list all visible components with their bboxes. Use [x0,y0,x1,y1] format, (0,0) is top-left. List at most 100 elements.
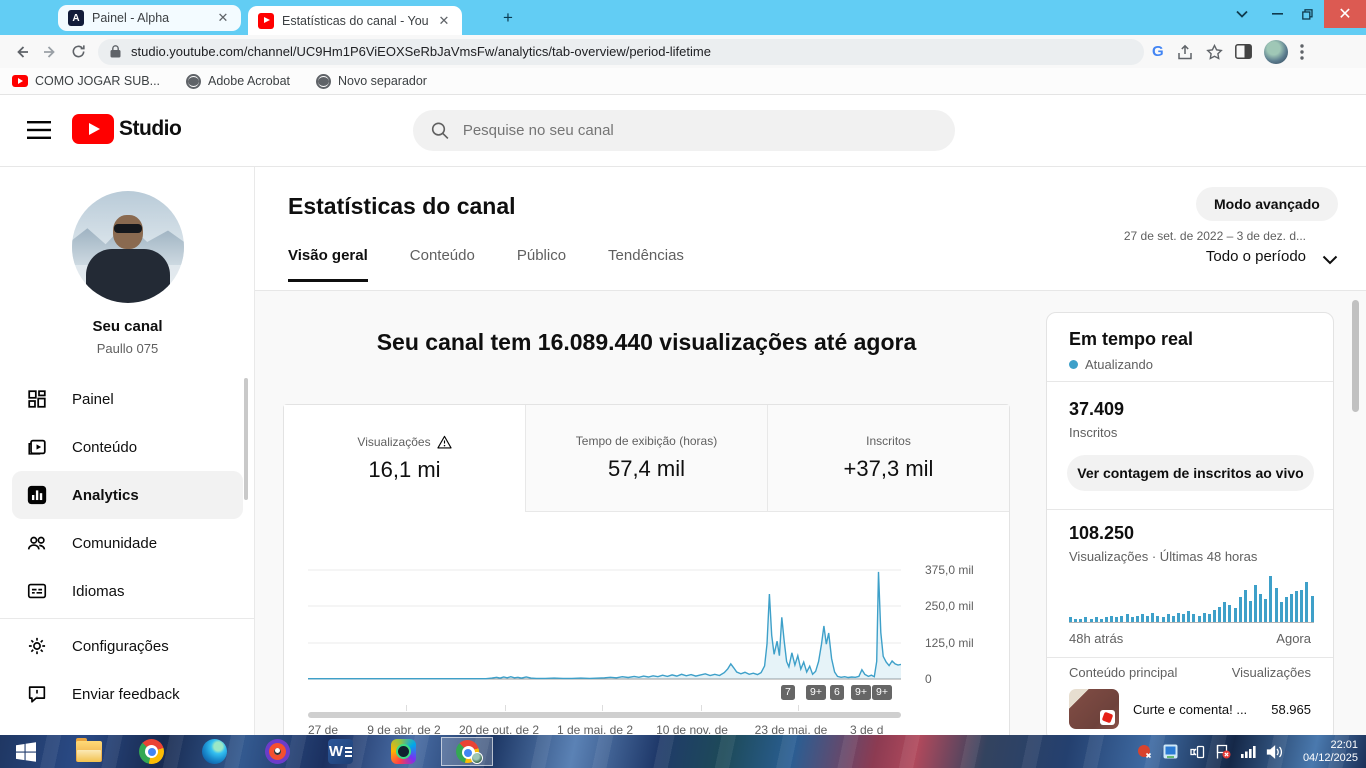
sidebar-scrollbar[interactable] [244,378,248,500]
video-count-badge[interactable]: 9+ [806,685,826,700]
word-icon[interactable]: W [327,738,354,765]
sidebar-menu: Painel Conteúdo Analytics Comunidade Idi… [0,375,255,718]
forward-icon[interactable] [36,38,64,66]
tab-publico[interactable]: Público [517,247,566,282]
tab-close-icon[interactable]: ✕ [215,10,231,26]
power-plug-icon[interactable] [1188,743,1205,760]
sidebar-item-label: Comunidade [72,534,158,552]
sidebar-item-label: Painel [72,390,114,408]
video-count-badge[interactable]: 9+ [872,685,892,700]
edge-icon[interactable] [201,738,228,765]
sidebar-item-configuracoes[interactable]: Configurações [0,622,255,670]
realtime-bar [1259,594,1263,622]
address-bar[interactable]: studio.youtube.com/channel/UC9Hm1P6ViEOX… [98,38,1144,65]
realtime-subscribers-label: Inscritos [1069,425,1118,440]
sidebar-item-enviar-feedback[interactable]: Enviar feedback [0,670,255,718]
tray-app-red-icon[interactable] [1136,743,1153,760]
avast-browser-icon[interactable] [264,738,291,765]
reload-icon[interactable] [64,38,92,66]
views-headline: Seu canal tem 16.089.440 visualizações a… [376,329,917,355]
hamburger-menu-icon[interactable] [27,120,51,140]
bookmark-novo-separador[interactable]: Novo separador [316,73,427,89]
realtime-bar [1212,609,1216,622]
window-restore-button[interactable] [1292,0,1322,28]
bookmark-label: COMO JOGAR SUB... [35,74,161,88]
system-tray: 22:01 04/12/2025 [1136,739,1366,765]
tab-visao-geral[interactable]: Visão geral [288,247,368,282]
browser-profile-avatar[interactable] [1263,39,1288,64]
window-close-button[interactable]: ✕ [1324,0,1366,28]
new-tab-button[interactable]: + [498,8,518,28]
gear-icon [28,637,46,655]
date-range-picker[interactable]: 27 de set. de 2022 – 3 de dez. d... Todo… [1124,229,1306,265]
live-subscriber-count-button[interactable]: Ver contagem de inscritos ao vivo [1067,455,1314,491]
tab-search-chevron-icon[interactable] [1228,0,1256,28]
lifetime-views-chart[interactable] [308,546,902,680]
realtime-bars-chart[interactable] [1069,575,1314,623]
sidebar-item-comunidade[interactable]: Comunidade [0,519,255,567]
chrome-icon[interactable] [138,738,165,765]
browser-tab-youtube-studio[interactable]: Estatísticas do canal - YouTube St ✕ [248,6,462,35]
advanced-mode-button[interactable]: Modo avançado [1196,187,1338,221]
bookmark-como-jogar[interactable]: COMO JOGAR SUB... [12,74,160,88]
y-tick-label: 375,0 mil [925,563,974,577]
realtime-bar [1207,614,1211,622]
metric-tempo-exibicao[interactable]: Tempo de exibição (horas) 57,4 mil [526,405,768,512]
youtube-studio-logo[interactable]: Studio [72,114,182,144]
video-count-badge[interactable]: 9+ [851,685,871,700]
tray-app-blue-icon[interactable] [1162,743,1179,760]
main-scrollbar[interactable] [1352,300,1359,412]
sidebar-item-painel[interactable]: Painel [0,375,255,423]
action-center-flag-icon[interactable] [1214,743,1231,760]
realtime-bar [1161,617,1165,622]
file-explorer-icon[interactable] [75,738,102,765]
channel-avatar[interactable] [72,191,184,303]
sidebar-item-label: Conteúdo [72,438,138,456]
bluestacks-icon[interactable] [390,738,417,765]
network-signal-icon[interactable] [1240,743,1257,760]
bookmark-star-icon[interactable] [1205,43,1223,60]
start-button[interactable] [12,738,39,765]
window-minimize-button[interactable] [1262,0,1292,28]
video-count-badge[interactable]: 6 [830,685,844,700]
metric-visualizacoes[interactable]: Visualizações 16,1 mi [284,405,526,512]
bookmark-adobe-acrobat[interactable]: Adobe Acrobat [186,73,290,89]
studio-search[interactable] [413,110,955,151]
realtime-bar [1305,582,1309,622]
thumbnail-logo [1100,710,1115,725]
lifetime-area [308,571,901,679]
google-icon[interactable]: G [1152,43,1164,60]
analytics-content: Seu canal tem 16.089.440 visualizações a… [255,291,1366,735]
globe-icon [186,73,202,89]
analytics-header: Estatísticas do canal Modo avançado Visã… [255,167,1366,291]
browser-menu-kebab-icon[interactable] [1299,43,1304,60]
side-panel-icon[interactable] [1234,44,1252,59]
metric-value: +37,3 mil [843,456,934,481]
chrome-active-window-button[interactable] [441,737,493,766]
video-count-badge[interactable]: 7 [781,685,795,700]
taskbar-clock[interactable]: 22:01 04/12/2025 [1296,739,1358,765]
metric-label: Tempo de exibição (horas) [575,434,718,448]
tab-close-icon[interactable]: ✕ [436,13,452,29]
tab-conteudo[interactable]: Conteúdo [410,247,475,282]
realtime-bar [1238,597,1242,622]
share-icon[interactable] [1176,44,1194,60]
sidebar-item-idiomas[interactable]: Idiomas [0,567,255,615]
y-tick-label: 125,0 mil [925,636,974,650]
metric-label: Inscritos [866,434,911,448]
top-video-row[interactable]: Curte e comenta! ... 58.965 [1069,689,1311,729]
metric-label: Visualizações [357,434,431,449]
top-content-label: Conteúdo principal [1069,665,1178,680]
volume-icon[interactable] [1266,743,1283,760]
chevron-down-icon[interactable] [1322,255,1338,265]
back-icon[interactable] [8,38,36,66]
metric-inscritos[interactable]: Inscritos +37,3 mil [768,405,1009,512]
tab-tendencias[interactable]: Tendências [608,247,684,282]
browser-tab-painel[interactable]: A Painel - Alpha ✕ [58,5,241,31]
browser-tab-bar: A Painel - Alpha ✕ Estatísticas do canal… [0,0,1366,35]
sidebar-item-conteudo[interactable]: Conteúdo [0,423,255,471]
timeline-scrubber[interactable] [308,705,901,718]
sidebar-item-analytics[interactable]: Analytics [12,471,243,519]
realtime-bar [1248,600,1252,622]
studio-search-input[interactable] [462,122,937,139]
